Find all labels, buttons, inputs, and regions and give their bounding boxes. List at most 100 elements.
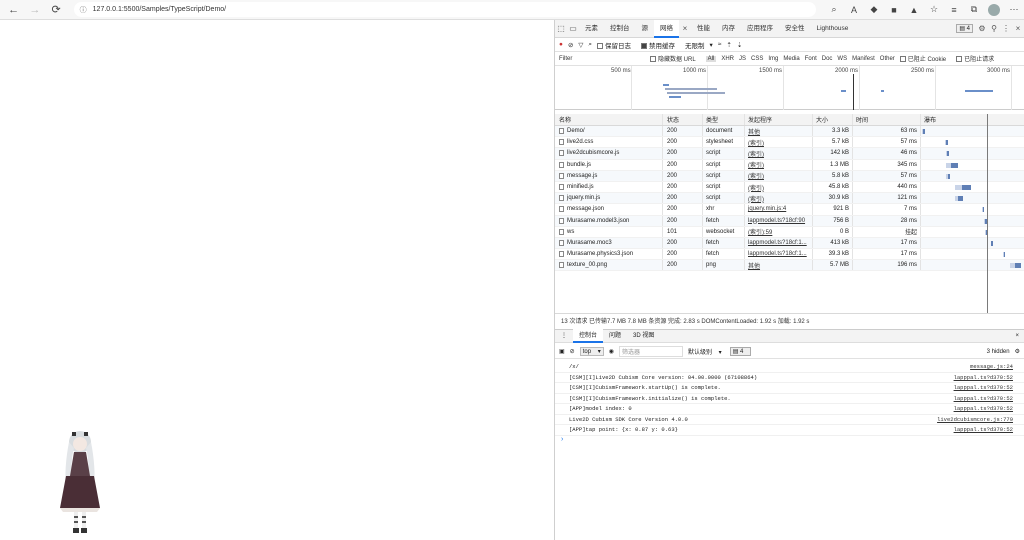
download-icon[interactable]: ⇣ <box>737 41 742 49</box>
record-icon[interactable]: ● <box>559 41 563 48</box>
tab-network[interactable]: 网络 <box>654 19 679 38</box>
upload-icon[interactable]: ⇡ <box>726 41 731 49</box>
tab-sources[interactable]: 源 <box>636 20 655 38</box>
zoom-icon[interactable]: ⌕ <box>827 3 841 17</box>
avatar[interactable] <box>987 3 1000 16</box>
tab-performance[interactable]: 性能 <box>691 20 716 38</box>
extension-icon[interactable]: ◆ <box>867 3 881 17</box>
console-prompt[interactable]: › <box>555 436 1024 443</box>
filter-type-manifest[interactable]: Manifest <box>852 56 875 62</box>
wifi-icon[interactable]: ≈ <box>718 41 722 48</box>
hide-data-urls-checkbox[interactable]: 隐藏数据 URL <box>650 54 701 63</box>
preserve-log-checkbox[interactable]: 保留日志 <box>597 40 636 50</box>
filter-type-font[interactable]: Font <box>805 56 817 62</box>
tab-application[interactable]: 应用程序 <box>741 20 779 38</box>
table-row[interactable]: Murasame.physics3.json 200 fetch lappmodel.… <box>555 249 1024 261</box>
read-aloud-icon[interactable]: A <box>847 3 861 17</box>
close-icon[interactable]: × <box>1009 329 1024 343</box>
drawer-tab-issues[interactable]: 问题 <box>603 329 627 343</box>
request-initiator[interactable]: jquery.min.js:4 <box>745 204 813 215</box>
request-initiator[interactable]: (索引):59 <box>745 226 813 237</box>
more-icon[interactable]: ⋯ <box>1007 3 1021 17</box>
filter-icon[interactable]: ▽ <box>578 41 583 49</box>
favorites-bar-icon[interactable]: ≡ <box>947 3 961 17</box>
filter-type-css[interactable]: CSS <box>751 56 763 62</box>
filter-input[interactable]: Filter <box>559 56 645 62</box>
table-row[interactable]: ws 101 websocket (索引):59 0 B 挂起 <box>555 226 1024 238</box>
table-row[interactable]: Murasame.model3.json 200 fetch lappmodel.ts… <box>555 215 1024 227</box>
column-size[interactable]: 大小 <box>813 114 853 125</box>
request-initiator[interactable]: (索引) <box>745 159 813 170</box>
request-initiator[interactable]: 其他 <box>745 260 813 271</box>
drawer-tab-console[interactable]: 控制台 <box>573 329 604 343</box>
collections-icon[interactable]: ■ <box>887 3 901 17</box>
tab-lighthouse[interactable]: Lighthouse <box>811 20 855 38</box>
tab-memory[interactable]: 内存 <box>716 20 741 38</box>
inspect-icon[interactable]: ⬚ <box>555 20 567 38</box>
request-initiator[interactable]: (索引) <box>745 148 813 159</box>
console-source-link[interactable]: lapppal.ts?d370:52 <box>954 395 1013 402</box>
log-levels-select[interactable]: 默认级别 ▾ <box>688 347 722 356</box>
clear-icon[interactable]: ⊘ <box>570 348 575 355</box>
console-source-link[interactable]: message.js:24 <box>970 363 1013 370</box>
column-initiator[interactable]: 发起程序 <box>745 114 813 125</box>
favorites-icon[interactable]: ☆ <box>927 3 941 17</box>
blocked-cookies-checkbox[interactable]: 已阻止 Cookie <box>899 54 951 63</box>
eye-icon[interactable]: ◉ <box>609 348 614 355</box>
more-icon[interactable]: ⋮ <box>1000 20 1012 38</box>
address-bar[interactable]: ⓘ 127.0.0.1:5500/Samples/TypeScript/Demo… <box>73 2 816 17</box>
console-issues-badge[interactable]: ▤ 4 <box>729 347 752 356</box>
close-icon[interactable]: × <box>679 20 691 38</box>
disable-cache-checkbox[interactable]: 禁用缓存 <box>641 40 680 50</box>
table-row[interactable]: minified.js 200 script (索引) 45.8 kB 440 ms <box>555 181 1024 194</box>
request-initiator[interactable]: (索引) <box>745 181 813 193</box>
console-filter-input[interactable]: 筛选器 <box>618 346 683 357</box>
throttle-select[interactable]: 无限制 <box>685 40 705 50</box>
search-icon[interactable]: ⌕ <box>588 41 592 49</box>
column-status[interactable]: 状态 <box>663 114 703 125</box>
column-time[interactable]: 时间 <box>853 114 921 125</box>
filter-type-doc[interactable]: Doc <box>822 56 833 62</box>
filter-type-media[interactable]: Media <box>783 56 799 62</box>
console-source-link[interactable]: live2dcubismcore.js:779 <box>937 416 1013 423</box>
sidebar-toggle-icon[interactable]: ▣ <box>559 348 565 355</box>
tab-elements[interactable]: 元素 <box>579 20 604 38</box>
tab-security[interactable]: 安全性 <box>779 20 811 38</box>
drawer-tab-3d-view[interactable]: 3D 视图 <box>627 329 660 343</box>
table-row[interactable]: message.json 200 xhr jquery.min.js:4 921 B7 … <box>555 204 1024 216</box>
network-overview[interactable]: 500 ms 1000 ms 1500 ms 2000 ms 2500 ms 3… <box>555 66 1024 110</box>
request-initiator[interactable]: 其他 <box>745 126 813 137</box>
request-initiator[interactable]: (索引) <box>745 193 813 204</box>
console-source-link[interactable]: lapppal.ts?d370:52 <box>954 405 1013 412</box>
issues-badge[interactable]: ▤ 4 <box>956 24 973 33</box>
request-initiator[interactable]: (索引) <box>745 170 813 181</box>
forward-button[interactable]: → <box>27 2 42 18</box>
filter-type-xhr[interactable]: XHR <box>721 56 734 62</box>
close-icon[interactable]: × <box>1012 20 1024 38</box>
connection-icon[interactable]: ⚲ <box>988 20 1000 38</box>
request-initiator[interactable]: lappmodel.ts?18cf:1... <box>745 237 813 249</box>
column-type[interactable]: 类型 <box>703 114 745 125</box>
table-row[interactable]: message.js 200 script (索引) 5.8 kB 57 ms <box>555 170 1024 182</box>
collections-icon[interactable]: ⧉ <box>967 3 981 17</box>
table-row[interactable]: jquery.min.js 200 script (索引) 30.9 kB 121 ms <box>555 193 1024 205</box>
live2d-character[interactable] <box>52 428 108 538</box>
filter-type-all[interactable]: All <box>705 55 717 62</box>
column-name[interactable]: 名称 <box>555 114 663 125</box>
tab-console[interactable]: 控制台 <box>604 20 636 38</box>
column-waterfall[interactable]: 瀑布 <box>921 114 1024 125</box>
request-initiator[interactable]: lappmodel.ts?18cf:1... <box>745 249 813 260</box>
console-source-link[interactable]: lapppal.ts?d370:52 <box>954 374 1013 381</box>
filter-type-img[interactable]: Img <box>768 56 778 62</box>
extension-icon[interactable]: ▲ <box>907 3 921 17</box>
filter-type-js[interactable]: JS <box>739 56 746 62</box>
table-row[interactable]: Demo/200 document 其他 3.3 kB 63 ms <box>555 126 1024 138</box>
table-row[interactable]: Murasame.moc3 200 fetch lappmodel.ts?18cf:1… <box>555 237 1024 250</box>
table-row[interactable]: texture_00.png 200 png 其他 5.7 MB 196 ms <box>555 260 1024 272</box>
settings-icon[interactable]: ⚙ <box>976 20 988 38</box>
settings-icon[interactable]: ⚙ <box>1015 348 1020 355</box>
console-source-link[interactable]: lapppal.ts?d370:52 <box>954 426 1013 433</box>
blocked-requests-checkbox[interactable]: 已阻止请求 <box>956 54 999 63</box>
drawer-menu-icon[interactable]: ⋮ <box>555 329 573 343</box>
table-row[interactable]: live2d.css 200 stylesheet (索引) 5.7 kB 57 ms <box>555 137 1024 149</box>
